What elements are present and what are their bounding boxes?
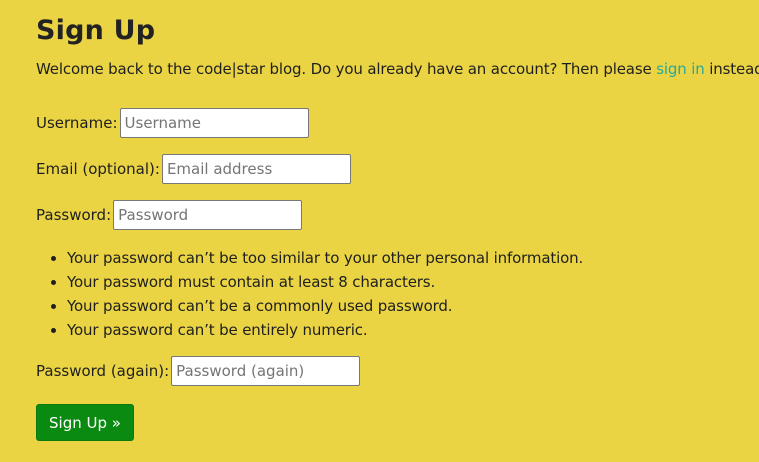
email-row: Email (optional): bbox=[36, 154, 759, 184]
password-again-input[interactable] bbox=[171, 356, 361, 386]
password-again-row: Password (again): bbox=[36, 356, 759, 386]
intro-suffix: instead. bbox=[709, 60, 759, 78]
username-row: Username: bbox=[36, 108, 759, 138]
signup-page: Sign Up Welcome back to the code|star bl… bbox=[36, 14, 759, 441]
sign-up-button[interactable]: Sign Up » bbox=[36, 404, 134, 441]
username-input[interactable] bbox=[119, 108, 309, 138]
password-rule: Your password must contain at least 8 ch… bbox=[67, 270, 759, 294]
password-rule: Your password can’t be too similar to yo… bbox=[67, 246, 759, 270]
intro-text: Welcome back to the code|star blog. Do y… bbox=[36, 58, 759, 80]
password-row: Password: bbox=[36, 200, 759, 230]
signup-form: Username: Email (optional): Password: Yo… bbox=[36, 108, 759, 441]
password-rules-list: Your password can’t be too similar to yo… bbox=[36, 246, 759, 342]
email-label: Email (optional): bbox=[36, 160, 160, 178]
page-title: Sign Up bbox=[36, 15, 156, 46]
password-rule: Your password can’t be entirely numeric. bbox=[67, 318, 759, 342]
username-label: Username: bbox=[36, 114, 118, 132]
intro-prefix: Welcome back to the code|star blog. Do y… bbox=[36, 60, 657, 78]
password-input[interactable] bbox=[113, 200, 303, 230]
password-again-label: Password (again): bbox=[36, 362, 170, 380]
password-label: Password: bbox=[36, 206, 112, 224]
password-rule: Your password can’t be a commonly used p… bbox=[67, 294, 759, 318]
sign-in-link[interactable]: sign in bbox=[656, 60, 705, 78]
email-input[interactable] bbox=[161, 154, 351, 184]
